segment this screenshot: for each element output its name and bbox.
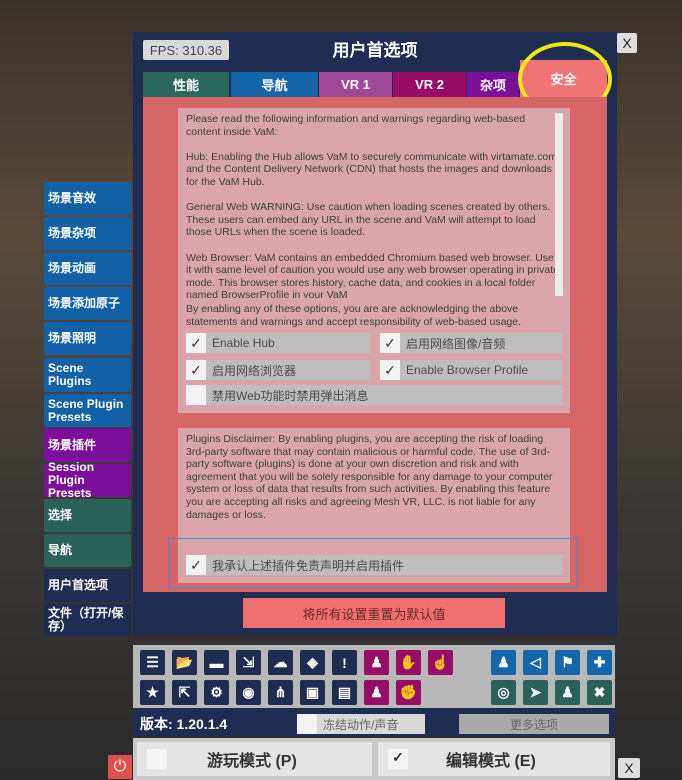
tab-0[interactable]: 性能 bbox=[143, 72, 229, 97]
info-paragraph: General Web WARNING: Use caution when lo… bbox=[186, 201, 551, 239]
selection-outline bbox=[168, 538, 578, 588]
option-checkbox[interactable]: ✓ Enable Hub bbox=[186, 333, 370, 353]
web-info-text: Please read the following information an… bbox=[178, 108, 570, 298]
sidebar-item-5[interactable]: Scene Plugins bbox=[44, 358, 131, 392]
tab-1[interactable]: 导航 bbox=[231, 72, 318, 97]
sidebar-item-4[interactable]: 场景照明 bbox=[44, 322, 131, 355]
open-folder-alt-icon[interactable]: ⇱ bbox=[172, 680, 197, 705]
tab-2[interactable]: VR 1 bbox=[319, 72, 392, 97]
people-icon[interactable]: ♟ bbox=[555, 680, 580, 705]
checkbox-label: 启用网络浏览器 bbox=[212, 363, 297, 378]
info-paragraph: Hub: Enabling the Hub allows VaM to secu… bbox=[186, 150, 557, 188]
plugins-disclaimer-text: Plugins Disclaimer: By enabling plugins,… bbox=[186, 433, 553, 521]
grab-icon[interactable]: ✊ bbox=[396, 680, 421, 705]
sidebar-item-8[interactable]: Session Plugin Presets bbox=[44, 461, 131, 500]
checkbox-label: 冻结动作/声音 bbox=[323, 717, 399, 732]
edit-mode-label: 编辑模式 (E) bbox=[446, 753, 536, 770]
person-icon[interactable]: ♟ bbox=[491, 650, 516, 675]
option-checkbox[interactable]: ✓ Enable Browser Profile bbox=[380, 360, 562, 380]
folder-settings-icon[interactable]: ⚙ bbox=[204, 680, 229, 705]
option-checkbox[interactable]: ✓ 启用网络浏览器 bbox=[186, 360, 370, 380]
sidebar-item-3[interactable]: 场景添加原子 bbox=[44, 287, 131, 320]
cursor-icon[interactable]: ➤ bbox=[523, 680, 548, 705]
check-icon: ✓ bbox=[186, 333, 206, 353]
sidebar-item-10[interactable]: 导航 bbox=[44, 534, 131, 567]
power-icon[interactable]: ⏻ bbox=[108, 755, 132, 779]
save-icon[interactable]: ⇲ bbox=[236, 650, 261, 675]
version-label: 版本: 1.20.1.4 bbox=[140, 716, 228, 732]
checkbox-label: Enable Browser Profile bbox=[406, 363, 529, 377]
sidebar-item-7[interactable]: 场景插件 bbox=[44, 428, 131, 462]
check-icon: ✓ bbox=[186, 360, 206, 380]
open-folder-icon[interactable]: 📂 bbox=[172, 650, 197, 675]
unity-icon[interactable]: ◁ bbox=[523, 650, 548, 675]
sidebar-item-12[interactable]: 文件（打开/保存） bbox=[44, 604, 131, 636]
camera-icon[interactable]: ◉ bbox=[236, 680, 261, 705]
sidebar-item-9[interactable]: 选择 bbox=[44, 499, 131, 532]
star-icon[interactable]: ★ bbox=[140, 680, 165, 705]
info-paragraph: Please read the following information an… bbox=[186, 113, 526, 138]
sidebar-item-0[interactable]: 场景音效 bbox=[44, 182, 131, 215]
box-open-icon[interactable]: ▣ bbox=[300, 680, 325, 705]
tools-icon[interactable]: ✖ bbox=[587, 680, 612, 705]
person-info-icon[interactable]: ♟ bbox=[364, 650, 389, 675]
close-button[interactable]: X bbox=[617, 33, 637, 53]
checkbox-label: 启用网络图像/音频 bbox=[406, 336, 506, 351]
edit-mode-button[interactable]: ✓ 编辑模式 (E) bbox=[378, 742, 610, 776]
play-mode-button[interactable]: 游玩模式 (P) bbox=[137, 742, 372, 776]
menu-icon[interactable]: ☰ bbox=[140, 650, 165, 675]
play-mode-label: 游玩模式 (P) bbox=[207, 753, 297, 770]
check-icon: ✓ bbox=[380, 333, 400, 353]
checkbox-box bbox=[147, 749, 167, 769]
checkbox-label: Enable Hub bbox=[212, 336, 275, 350]
check-icon: ✓ bbox=[380, 360, 400, 380]
tab-3[interactable]: VR 2 bbox=[393, 72, 466, 97]
nodes-icon[interactable]: ⋔ bbox=[268, 680, 293, 705]
acknowledge-text: By enabling any of these options, you ar… bbox=[186, 303, 522, 328]
info-paragraph: Web Browser: VaM contains an embedded Ch… bbox=[186, 251, 559, 298]
cube-icon[interactable]: ◈ bbox=[300, 650, 325, 675]
plus-icon[interactable]: ✚ bbox=[587, 650, 612, 675]
freeze-checkbox[interactable]: 冻结动作/声音 bbox=[297, 714, 425, 734]
checkbox-box bbox=[297, 714, 317, 734]
fps-counter: FPS: 310.36 bbox=[143, 40, 229, 60]
sidebar-item-1[interactable]: 场景杂项 bbox=[44, 217, 131, 250]
flag-icon[interactable]: ⚑ bbox=[555, 650, 580, 675]
hand-icon[interactable]: ✋ bbox=[396, 650, 421, 675]
option-checkbox[interactable]: ✓ 启用网络图像/音频 bbox=[380, 333, 562, 353]
page-title: 用户首选项 bbox=[332, 41, 418, 60]
checkbox-label: 禁用Web功能时禁用弹出消息 bbox=[212, 388, 369, 403]
reset-defaults-button[interactable]: 将所有设置重置为默认值 bbox=[243, 598, 505, 628]
sidebar-item-2[interactable]: 场景动画 bbox=[44, 252, 131, 285]
bottom-close-button[interactable]: X bbox=[618, 758, 640, 778]
checkbox-box bbox=[186, 385, 206, 405]
check-icon: ✓ bbox=[388, 749, 408, 769]
sidebar-item-11[interactable]: 用户首选项 bbox=[44, 569, 131, 602]
target-icon[interactable]: ◎ bbox=[491, 680, 516, 705]
tab-4[interactable]: 杂项 bbox=[467, 72, 519, 97]
folder-icon[interactable]: ▬ bbox=[204, 650, 229, 675]
cloud-download-icon[interactable]: ☁ bbox=[268, 650, 293, 675]
sidebar-item-6[interactable]: Scene Plugin Presets bbox=[44, 394, 131, 427]
document-icon[interactable]: ▤ bbox=[332, 680, 357, 705]
scrollbar[interactable] bbox=[555, 113, 563, 296]
option-checkbox[interactable]: 禁用Web功能时禁用弹出消息 bbox=[186, 385, 562, 405]
more-options-button[interactable]: 更多选项 bbox=[459, 714, 609, 734]
alert-icon[interactable]: ! bbox=[332, 650, 357, 675]
person-remove-icon[interactable]: ♟ bbox=[364, 680, 389, 705]
touch-icon[interactable]: ☝ bbox=[428, 650, 453, 675]
